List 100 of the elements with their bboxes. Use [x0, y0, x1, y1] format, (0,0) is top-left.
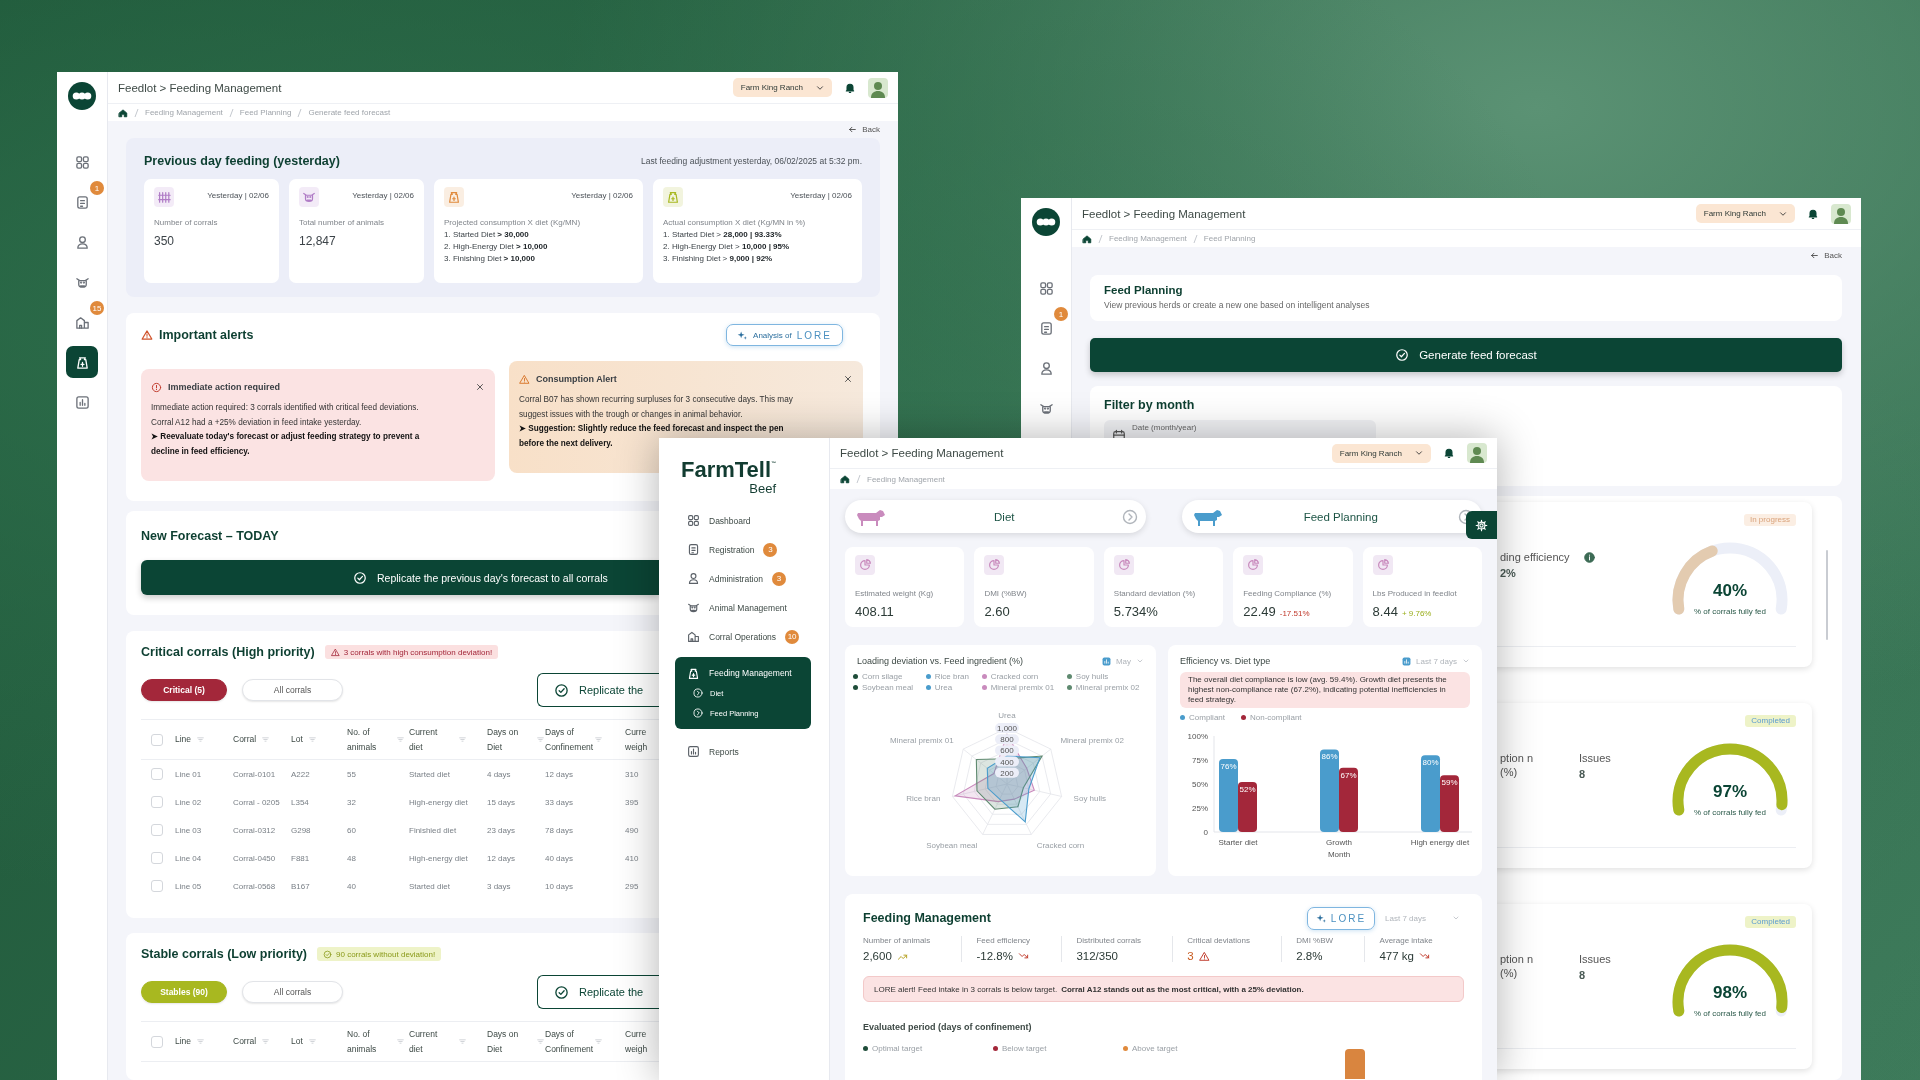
close-button[interactable] — [843, 374, 853, 384]
gauge-value: 40% — [1713, 581, 1747, 600]
nav-item[interactable]: Registration 3 — [687, 535, 819, 564]
back-link[interactable]: Back — [1810, 251, 1842, 260]
column-header[interactable]: Current diet — [409, 724, 453, 755]
row-checkbox[interactable] — [151, 768, 163, 780]
legend-label: Mineral premix 01 — [990, 683, 1055, 692]
change-value: + 9.76% — [1401, 609, 1432, 618]
column-header[interactable]: Line — [175, 732, 192, 747]
home-icon — [1082, 233, 1092, 244]
metric-label: ding efficiency — [1500, 550, 1570, 564]
column-header[interactable]: Lot — [291, 1034, 303, 1049]
replicate-button[interactable]: Replicate the — [537, 673, 659, 707]
alert-text: decline in feed efficiency. — [151, 445, 251, 458]
kpi-label: DMI %BW — [1296, 936, 1335, 945]
filter-pill[interactable]: All corrals — [242, 679, 343, 701]
close-button[interactable] — [475, 382, 485, 392]
kpi-value: 2,600 — [863, 950, 892, 962]
axis-title: Month — [1327, 850, 1351, 859]
nav-item[interactable]: Reports — [687, 737, 819, 766]
kpi-label: Feed efficiency — [976, 936, 1032, 945]
metric-value: 408.11 — [855, 604, 894, 619]
bar-chart-icon — [1101, 656, 1111, 666]
scrollbar[interactable] — [1826, 550, 1828, 640]
nav-item[interactable]: Corral Operations 10 — [687, 622, 819, 651]
nav-item[interactable]: Feeding Management — [687, 663, 792, 683]
lore-analysis-button[interactable]: Analysis of LORE — [726, 324, 843, 346]
column-header[interactable]: Corral — [233, 1034, 257, 1049]
settings-button[interactable] — [1466, 511, 1497, 539]
column-header[interactable]: Days on Diet — [487, 1026, 531, 1057]
axis-label: Soybean meal — [926, 840, 978, 850]
replicate-button[interactable]: Replicate the — [537, 975, 659, 1009]
table-cell-text: Line 02 — [175, 797, 203, 807]
insight-alert: The overall diet compliance is low (avg. 59.4%). Growth diet presents the highest non-compliance rate (67.2%), indicating potential inefficiencies in feed strategy. — [1180, 672, 1470, 708]
legend-label: Optimal target — [872, 1044, 923, 1053]
column-header[interactable]: Corral — [233, 732, 257, 747]
issues-label: Issues — [1579, 751, 1612, 765]
column-header[interactable]: No. of animals — [347, 724, 391, 755]
chevron-down-icon — [1462, 657, 1470, 665]
ranch-dropdown[interactable]: Farm King Ranch — [1331, 443, 1431, 463]
filter-pill[interactable]: Critical (5) — [141, 679, 227, 701]
kpi-value: -12.8% — [976, 950, 1013, 962]
filter-pill[interactable]: All corrals — [242, 981, 343, 1003]
sidebar-button[interactable] — [66, 346, 98, 378]
column-header[interactable]: Curre weigh — [625, 724, 653, 755]
table-cell-text: Started diet — [409, 769, 451, 779]
row-checkbox[interactable] — [151, 796, 163, 808]
section-title: Important alerts — [159, 328, 254, 342]
shortcut-card[interactable]: Diet — [845, 500, 1146, 533]
axis-tick-label: 100% — [1187, 732, 1208, 741]
column-header[interactable]: Lot — [291, 732, 303, 747]
row-checkbox[interactable] — [151, 852, 163, 864]
column-header[interactable]: Days on Diet — [487, 724, 531, 755]
card-title: Feeding Management — [863, 911, 991, 925]
column-header[interactable]: No. of animals — [347, 1026, 391, 1057]
check-circle-icon — [554, 984, 569, 1000]
select-all-checkbox[interactable] — [151, 1035, 163, 1048]
change-value: -17.51% — [1279, 609, 1310, 618]
ranch-dropdown[interactable]: Farm King Ranch — [1695, 204, 1795, 223]
pie-chart-icon — [855, 555, 875, 575]
data-label: 76% — [1220, 762, 1237, 772]
ranch-dropdown[interactable]: Farm King Ranch — [732, 78, 832, 97]
row-checkbox[interactable] — [151, 880, 163, 892]
generate-forecast-button[interactable]: Generate feed forecast — [1090, 338, 1842, 372]
axis-label: Mineral premix 01 — [890, 736, 954, 746]
filter-icon — [196, 735, 206, 744]
list-line: 2. High-Energy Diet > 10,000 — [444, 242, 549, 251]
nav-item[interactable]: Animal Management — [687, 593, 819, 622]
metric-value: 22.49 — [1243, 604, 1276, 619]
alert-text: ➤ Reevaluate today's forecast or adjust feeding strategy to prevent a — [151, 431, 421, 443]
column-header[interactable]: Curre weigh — [625, 1026, 653, 1057]
chart-bar — [1345, 1049, 1365, 1079]
row-checkbox[interactable] — [151, 824, 163, 836]
breadcrumb-separator-icon — [297, 108, 303, 117]
table-cell-text: 3 days — [487, 881, 512, 891]
select-all-checkbox[interactable] — [151, 733, 163, 746]
table-cell-text: Finishied diet — [409, 825, 458, 835]
shortcut-card[interactable]: Feed Planning — [1181, 500, 1482, 533]
issues-value: 8 — [1579, 968, 1587, 983]
avatar-icon — [868, 77, 888, 98]
bell-icon — [1807, 207, 1819, 220]
bar-chart-icon — [1402, 656, 1412, 666]
user-icon — [74, 234, 90, 250]
legend-label: Compliant — [1189, 713, 1225, 722]
filter-icon — [307, 735, 317, 744]
metric-value: 5.734% — [1113, 604, 1158, 619]
status-tag: Completed — [1745, 715, 1796, 727]
data-label: 67% — [1340, 770, 1357, 780]
close-icon — [475, 382, 485, 392]
lore-button[interactable]: LORE — [1306, 906, 1376, 930]
issues-label: Issues — [1579, 952, 1612, 966]
replicate-forecast-button[interactable]: Replicate the previous day's forecast to all corrals — [141, 560, 659, 595]
bell-icon — [1443, 447, 1455, 459]
back-link[interactable]: Back — [848, 125, 880, 134]
nav-item[interactable]: Administration 3 — [687, 564, 819, 593]
pie-chart-icon — [1372, 555, 1393, 575]
chart-icon — [74, 394, 90, 410]
column-header[interactable]: Line — [175, 1034, 192, 1049]
column-header[interactable]: Current diet — [409, 1026, 453, 1057]
nav-item[interactable]: Dashboard — [687, 506, 819, 535]
